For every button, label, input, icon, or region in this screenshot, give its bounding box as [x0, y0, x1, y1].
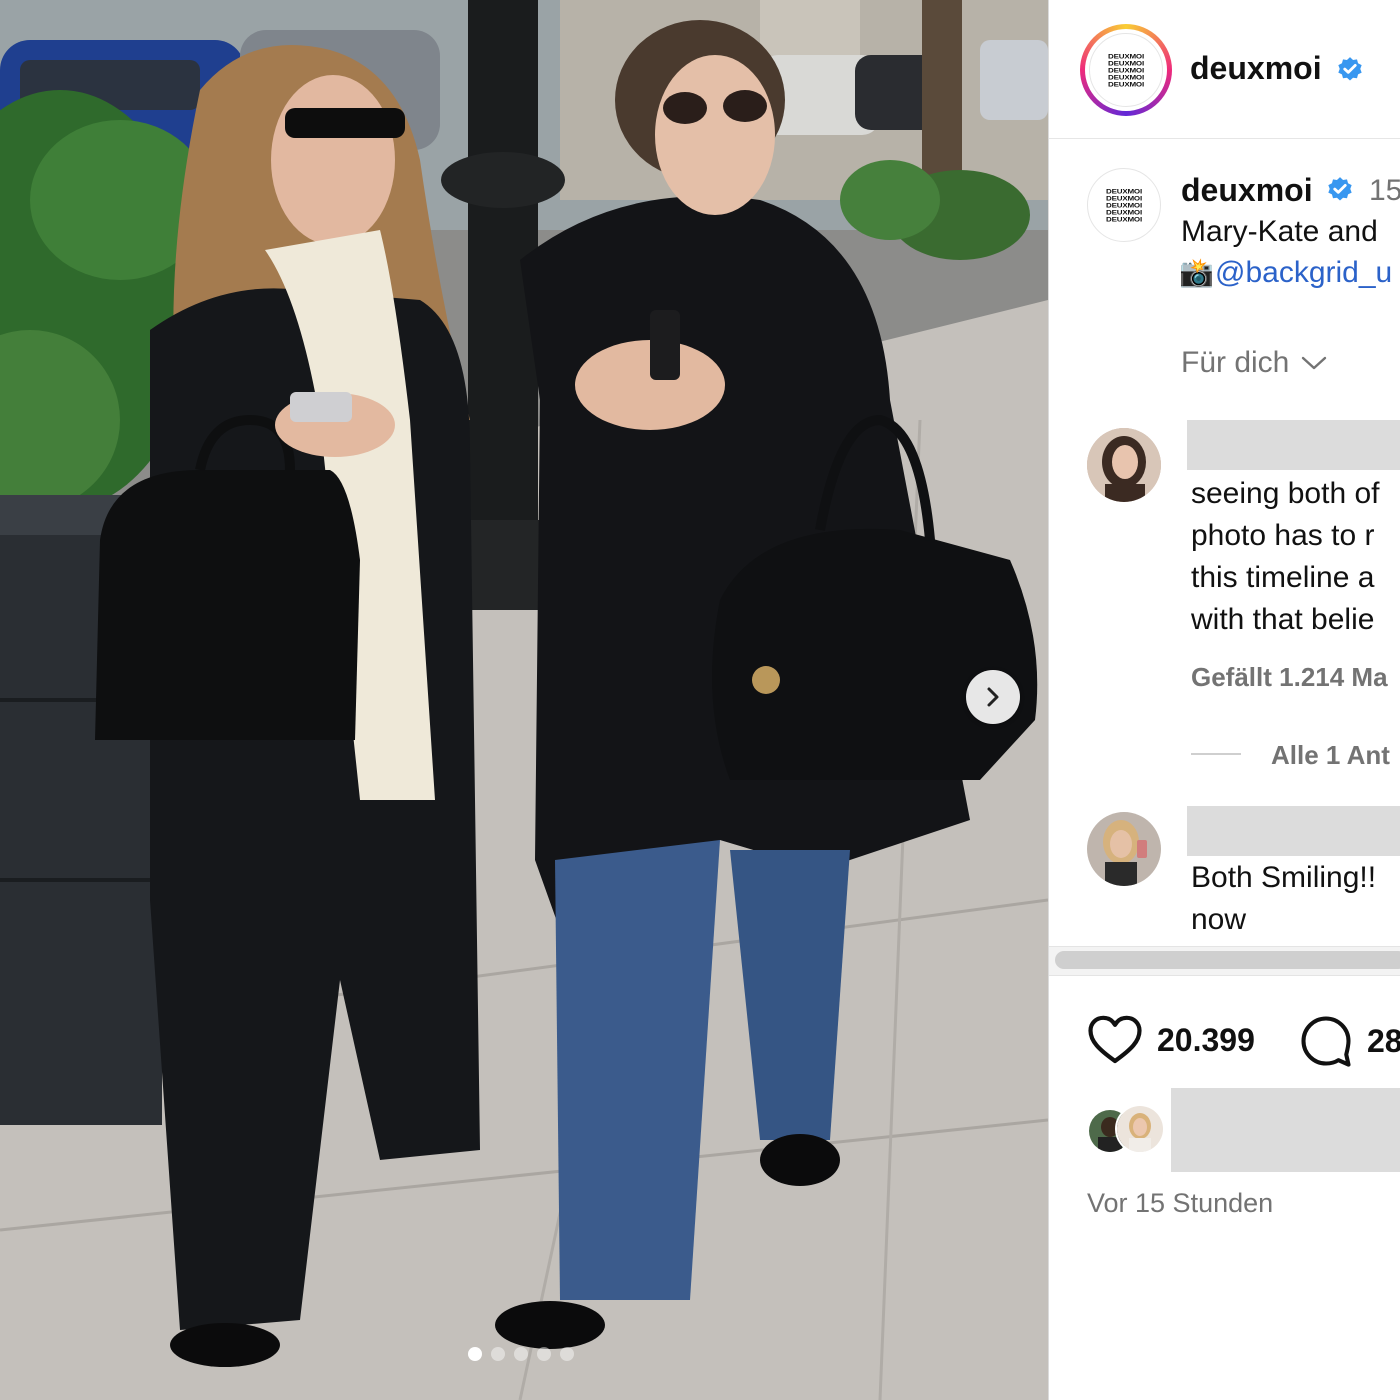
caption-username[interactable]: deuxmoi: [1181, 172, 1313, 209]
carousel-dot: [491, 1347, 505, 1361]
post-timestamp[interactable]: Vor 15 Stunden: [1087, 1188, 1273, 1219]
header-username[interactable]: deuxmoi: [1190, 50, 1322, 87]
logo-text: DEUXMOI: [1106, 187, 1142, 195]
comment-text: Both Smiling!!: [1191, 861, 1377, 894]
verified-badge-icon: [1338, 57, 1362, 81]
redacted-username: [1187, 806, 1400, 856]
post-side-panel: DEUXMOI DEUXMOI DEUXMOI DEUXMOI DEUXMOI …: [1048, 0, 1400, 1400]
chevron-down-icon: [1302, 356, 1327, 370]
comment-button[interactable]: 28: [1299, 1014, 1400, 1068]
logo-text: DEUXMOI: [1108, 52, 1144, 60]
commenter-avatar[interactable]: [1087, 812, 1161, 886]
liker-avatar: [1115, 1104, 1165, 1154]
verified-badge-icon: [1328, 177, 1352, 201]
likes-count: 20.399: [1157, 1021, 1255, 1058]
logo-text: DEUXMOI: [1106, 208, 1142, 216]
profile-photo: [1087, 812, 1161, 886]
post-photo[interactable]: [0, 0, 1048, 1400]
caption-time[interactable]: 15: [1369, 174, 1400, 208]
logo-text: DEUXMOI: [1106, 215, 1142, 223]
comment-text: photo has to r: [1191, 519, 1375, 552]
logo-text: DEUXMOI: [1108, 66, 1144, 74]
like-button[interactable]: 20.399: [1087, 1014, 1255, 1066]
carousel-indicator: [468, 1347, 574, 1361]
photo-credit-link[interactable]: @backgrid_u: [1215, 256, 1392, 290]
chevron-right-icon: [987, 687, 999, 707]
heart-icon: [1088, 1015, 1142, 1064]
logo-text: DEUXMOI: [1108, 73, 1144, 81]
comment-text: now: [1191, 903, 1247, 936]
carousel-dot: [560, 1347, 574, 1361]
next-slide-button[interactable]: [966, 670, 1020, 724]
camera-emoji-icon: 📸: [1179, 257, 1214, 288]
logo-text: DEUXMOI: [1106, 201, 1142, 209]
caption-avatar[interactable]: DEUXMOI DEUXMOI DEUXMOI DEUXMOI DEUXMOI: [1087, 168, 1161, 242]
comment-likes[interactable]: Gefällt 1.214 Ma: [1191, 662, 1388, 693]
comment-text: seeing both of: [1191, 477, 1380, 510]
horizontal-scrollbar-thumb[interactable]: [1055, 951, 1400, 969]
comment-text: with that belie: [1191, 603, 1375, 636]
header-divider: [1049, 138, 1400, 139]
view-replies-button[interactable]: Alle 1 Ant: [1271, 740, 1390, 771]
redacted-liked-by-text: [1171, 1088, 1400, 1172]
comment-text: this timeline a: [1191, 561, 1375, 594]
profile-photo: [1087, 428, 1161, 502]
street-photo-image: [0, 0, 1048, 1400]
carousel-dot: [514, 1347, 528, 1361]
account-avatar: DEUXMOI DEUXMOI DEUXMOI DEUXMOI DEUXMOI: [1089, 33, 1163, 107]
redacted-username: [1187, 420, 1400, 470]
comments-count: 28: [1367, 1022, 1400, 1059]
logo-text: DEUXMOI: [1106, 194, 1142, 202]
sort-label: Für dich: [1181, 346, 1290, 379]
replies-line: [1191, 753, 1241, 755]
comment-bubble-icon: [1301, 1016, 1351, 1067]
comment-sort-dropdown[interactable]: Für dich: [1181, 346, 1327, 380]
caption-text: Mary-Kate and: [1181, 215, 1378, 248]
logo-text: DEUXMOI: [1108, 59, 1144, 67]
carousel-dot: [537, 1347, 551, 1361]
carousel-dot: [468, 1347, 482, 1361]
story-ring[interactable]: DEUXMOI DEUXMOI DEUXMOI DEUXMOI DEUXMOI: [1080, 24, 1172, 116]
logo-text: DEUXMOI: [1108, 80, 1144, 88]
commenter-avatar[interactable]: [1087, 428, 1161, 502]
